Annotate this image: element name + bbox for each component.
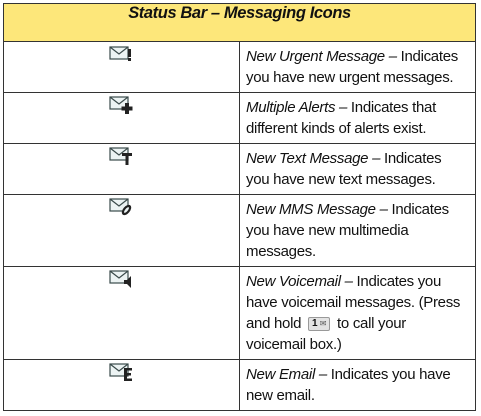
email-icon	[107, 360, 137, 382]
text-message-icon	[107, 144, 137, 166]
table-title: Status Bar – Messaging Icons	[3, 3, 476, 42]
row-term: New Email	[246, 366, 315, 383]
phone-key-1: 1 ✉	[308, 317, 331, 332]
row-term: New Text Message	[246, 150, 369, 167]
table-row: New Urgent Message – Indicates you have …	[3, 41, 476, 93]
envelope-icon: ✉	[319, 319, 327, 329]
voicemail-icon	[107, 267, 137, 289]
row-term: New Urgent Message	[246, 48, 385, 65]
row-term: Multiple Alerts	[246, 99, 336, 116]
urgent-message-icon	[107, 42, 137, 64]
mms-message-icon	[107, 195, 137, 217]
table-row: New MMS Message – Indicates you have new…	[3, 194, 476, 267]
table-header-row: Status Bar – Messaging Icons	[3, 3, 476, 42]
table-row: Multiple Alerts – Indicates that differe…	[3, 92, 476, 144]
multiple-alerts-icon	[107, 93, 137, 115]
messaging-icons-table: Status Bar – Messaging Icons New Urgent …	[3, 3, 476, 411]
table-row: New Email – Indicates you have new email…	[3, 359, 476, 411]
row-term: New MMS Message	[246, 201, 376, 218]
table-row: New Text Message – Indicates you have ne…	[3, 143, 476, 195]
row-term: New Voicemail	[246, 273, 341, 290]
table-row: New Voicemail – Indicates you have voice…	[3, 266, 476, 360]
